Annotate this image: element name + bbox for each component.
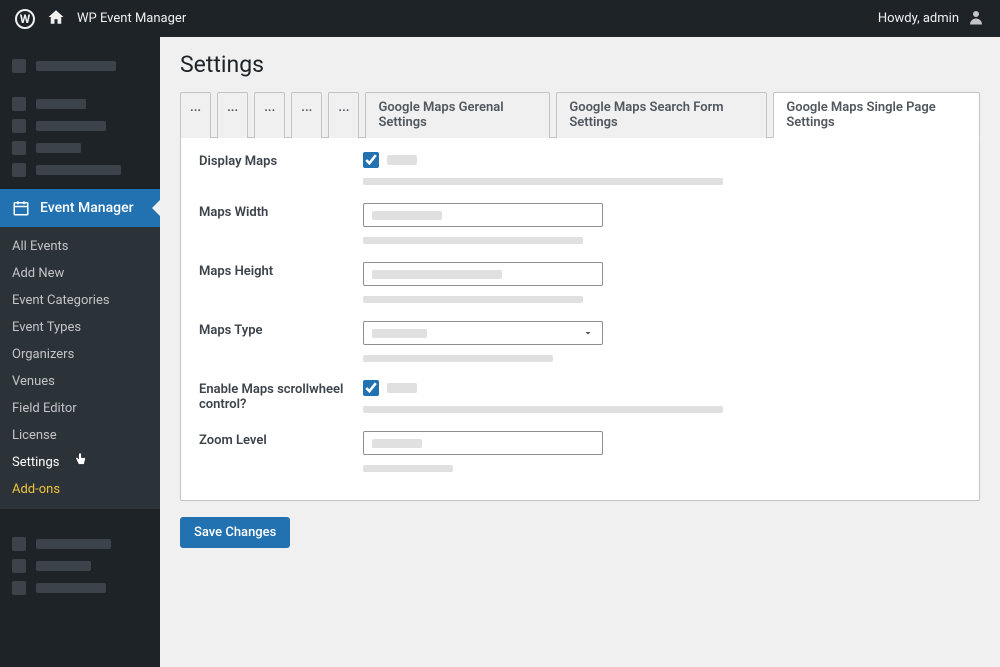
sidebar-item-placeholder[interactable] — [12, 577, 148, 599]
admin-bar-left: W WP Event Manager — [15, 8, 186, 30]
submenu-item-all-events[interactable]: All Events — [0, 233, 160, 260]
tab-collapsed[interactable]: ... — [291, 92, 322, 138]
display-maps-checkbox[interactable] — [363, 152, 379, 168]
admin-bar: W WP Event Manager Howdy, admin — [0, 0, 1000, 37]
admin-bar-right: Howdy, admin — [878, 8, 985, 30]
sidebar-item-placeholder[interactable] — [12, 555, 148, 577]
tab-collapsed[interactable]: ... — [254, 92, 285, 138]
sidebar-item-placeholder[interactable] — [12, 159, 148, 181]
field-row-display-maps: Display Maps — [199, 152, 961, 185]
checkbox-label-placeholder — [387, 155, 417, 165]
field-label: Maps Type — [199, 321, 363, 338]
submenu-item-addons[interactable]: Add-ons — [0, 476, 160, 503]
field-row-maps-width: Maps Width — [199, 203, 961, 244]
field-label: Maps Width — [199, 203, 363, 220]
scrollwheel-checkbox[interactable] — [363, 380, 379, 396]
sidebar-item-placeholder[interactable] — [12, 93, 148, 115]
submenu-item-license[interactable]: License — [0, 422, 160, 449]
submenu-item-field-editor[interactable]: Field Editor — [0, 395, 160, 422]
field-description-placeholder — [363, 465, 453, 472]
field-row-zoom-level: Zoom Level — [199, 431, 961, 472]
tab-maps-search[interactable]: Google Maps Search Form Settings — [556, 92, 767, 138]
sidebar-item-placeholder[interactable] — [12, 115, 148, 137]
main-content: Settings ... ... ... ... ... Google Maps… — [160, 37, 1000, 667]
user-icon[interactable] — [967, 8, 985, 30]
chevron-down-icon — [582, 327, 594, 339]
wordpress-logo-icon[interactable]: W — [15, 9, 35, 29]
home-icon[interactable] — [47, 8, 65, 30]
cursor-hand-icon — [72, 451, 88, 467]
settings-tabs: ... ... ... ... ... Google Maps Gerenal … — [180, 92, 980, 138]
field-row-maps-type: Maps Type — [199, 321, 961, 362]
admin-sidebar: Event Manager All Events Add New Event C… — [0, 37, 160, 667]
page-title: Settings — [180, 51, 980, 78]
tab-collapsed[interactable]: ... — [180, 92, 211, 138]
field-label: Maps Height — [199, 262, 363, 279]
field-row-scrollwheel: Enable Maps scrollwheel control? — [199, 380, 961, 413]
zoom-level-input[interactable] — [363, 431, 603, 455]
field-label: Enable Maps scrollwheel control? — [199, 380, 363, 412]
sidebar-item-placeholder[interactable] — [12, 533, 148, 555]
tab-collapsed[interactable]: ... — [328, 92, 359, 138]
sidebar-item-event-manager[interactable]: Event Manager — [0, 189, 160, 227]
sidebar-item-placeholder[interactable] — [12, 55, 148, 77]
field-description-placeholder — [363, 355, 553, 362]
field-label: Display Maps — [199, 152, 363, 169]
field-description-placeholder — [363, 237, 583, 244]
sidebar-active-label: Event Manager — [40, 200, 134, 216]
field-description-placeholder — [363, 296, 583, 303]
submenu-item-venues[interactable]: Venues — [0, 368, 160, 395]
tab-maps-general[interactable]: Google Maps Gerenal Settings — [365, 92, 550, 138]
site-title[interactable]: WP Event Manager — [77, 11, 186, 26]
settings-panel: Display Maps Maps Width — [180, 137, 980, 501]
field-description-placeholder — [363, 406, 723, 413]
maps-height-input[interactable] — [363, 262, 603, 286]
tab-maps-single-page[interactable]: Google Maps Single Page Settings — [773, 92, 980, 138]
field-label: Zoom Level — [199, 431, 363, 448]
maps-width-input[interactable] — [363, 203, 603, 227]
save-changes-button[interactable]: Save Changes — [180, 517, 290, 548]
checkbox-label-placeholder — [387, 383, 417, 393]
submenu-item-event-types[interactable]: Event Types — [0, 314, 160, 341]
field-description-placeholder — [363, 178, 723, 185]
tab-collapsed[interactable]: ... — [217, 92, 248, 138]
maps-type-select[interactable] — [363, 321, 603, 345]
sidebar-item-placeholder[interactable] — [12, 137, 148, 159]
submenu-item-settings[interactable]: Settings — [0, 449, 160, 476]
submenu-item-add-new[interactable]: Add New — [0, 260, 160, 287]
calendar-icon — [12, 199, 30, 217]
user-greeting[interactable]: Howdy, admin — [878, 11, 959, 26]
submenu-item-organizers[interactable]: Organizers — [0, 341, 160, 368]
field-row-maps-height: Maps Height — [199, 262, 961, 303]
submenu-item-event-categories[interactable]: Event Categories — [0, 287, 160, 314]
sidebar-submenu: All Events Add New Event Categories Even… — [0, 227, 160, 509]
